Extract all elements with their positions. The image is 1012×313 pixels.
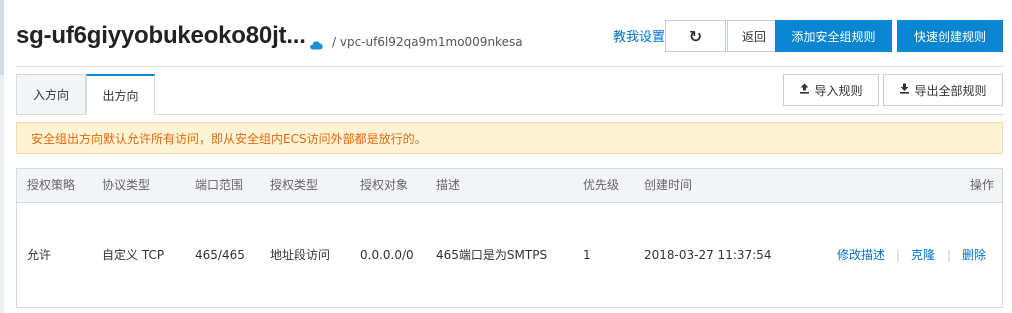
cell-protocol: 自定义 TCP [102,248,165,262]
page-header: sg-uf6giyyobukeoko80jt... / vpc-uf6l92qa… [16,0,1004,66]
action-separator: | [947,248,952,262]
column-header-priority: 优先级 [583,178,620,192]
add-security-group-rule-button[interactable]: 添加安全组规则 [775,20,892,52]
clone-link[interactable]: 克隆 [911,203,935,307]
left-edge-marker [0,0,4,75]
column-header-policy: 授权策略 [27,178,76,192]
left-edge-bar [0,0,4,313]
cell-auth-object: 0.0.0.0/0 [360,248,414,262]
vpc-id: / vpc-uf6l92qa9m1mo009nkesa [332,35,523,49]
tab-outbound[interactable]: 出方向 [86,74,155,115]
cell-policy: 允许 [27,248,52,262]
import-rules-button[interactable]: 导入规则 [783,74,879,106]
quick-create-rule-button[interactable]: 快速创建规则 [897,20,1003,52]
cell-description: 465端口是为SMTPS [436,248,548,262]
column-header-port-range: 端口范围 [195,178,244,192]
column-header-created: 创建时间 [644,178,693,192]
upload-icon [799,83,810,97]
help-link[interactable]: 教我设置 [613,26,665,45]
cloud-icon [309,35,323,50]
import-rules-label: 导入规则 [814,83,863,98]
outbound-notice: 安全组出方向默认允许所有访问，即从安全组内ECS访问外部都是放行的。 [16,122,1003,154]
action-separator: | [896,248,901,262]
page-title: sg-uf6giyyobukeoko80jt... [16,22,306,49]
cell-priority: 1 [583,248,591,262]
tab-inbound[interactable]: 入方向 [16,74,86,114]
column-header-protocol: 协议类型 [102,178,151,192]
refresh-icon: ↻ [688,26,703,46]
cell-created: 2018-03-27 11:37:54 [644,248,772,262]
export-all-rules-label: 导出全部规则 [914,83,987,98]
direction-tabs: 入方向 出方向 导入规则 导出全部规则 [16,74,1004,115]
refresh-button[interactable]: ↻ [665,20,726,52]
rules-table: 授权策略 协议类型 端口范围 授权类型 授权对象 描述 优先级 创建时间 操作 … [16,168,1003,308]
table-header: 授权策略 协议类型 端口范围 授权类型 授权对象 描述 优先级 创建时间 操作 [17,169,1002,203]
cell-auth-type: 地址段访问 [270,248,331,262]
cell-port-range: 465/465 [195,248,245,262]
back-button[interactable]: 返回 [727,20,781,52]
column-header-actions: 操作 [970,178,995,192]
column-header-description: 描述 [436,178,461,192]
column-header-auth-type: 授权类型 [270,178,319,192]
export-all-rules-button[interactable]: 导出全部规则 [883,74,1003,106]
download-icon [899,83,910,97]
delete-link[interactable]: 删除 [962,203,986,307]
column-header-auth-object: 授权对象 [360,178,409,192]
table-row: 允许 自定义 TCP 465/465 地址段访问 0.0.0.0/0 465端口… [17,203,1002,307]
header-divider [16,66,1004,67]
edit-description-link[interactable]: 修改描述 [837,203,885,307]
